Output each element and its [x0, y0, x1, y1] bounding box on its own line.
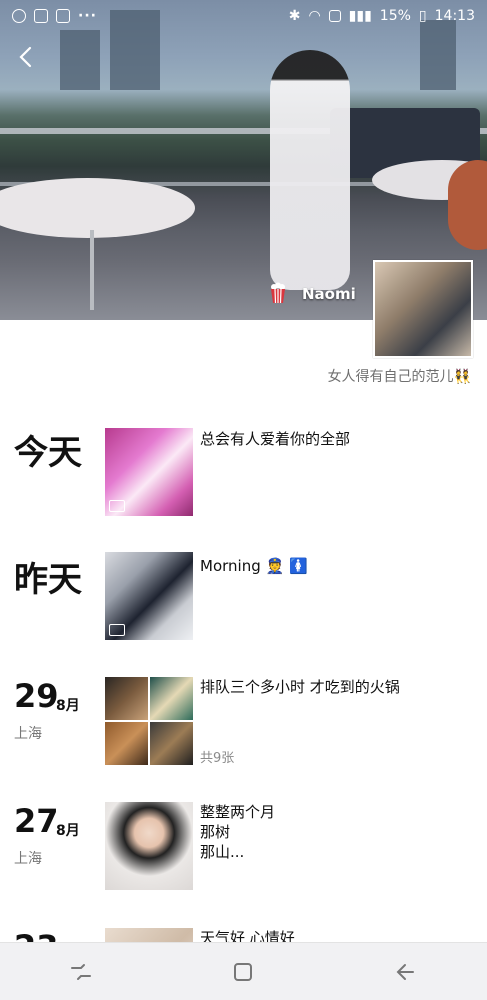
feed-thumbnail[interactable]: [105, 552, 193, 640]
popcorn-icon: [270, 282, 286, 304]
post-text-line: 那树: [200, 823, 231, 841]
grid-photo: [150, 722, 193, 765]
feed-month: 8月: [56, 823, 80, 839]
grid-photo: [150, 677, 193, 720]
post-text: 整整两个月 那树 那山...: [200, 802, 275, 862]
feed-month: 8月: [56, 698, 80, 714]
cover-chair: [448, 160, 487, 250]
post-text-line: 那山...: [200, 843, 245, 861]
bluetooth-icon: ✱: [288, 8, 301, 24]
feed-thumbnail[interactable]: [105, 428, 193, 516]
feed-day: 27: [14, 802, 59, 840]
feed-date: 昨天: [14, 560, 82, 600]
cover-person: [270, 50, 350, 290]
home-icon: [234, 962, 253, 981]
feed-thumbnail[interactable]: [105, 802, 193, 890]
home-button[interactable]: [223, 952, 263, 992]
wifi-icon: ◠: [308, 8, 321, 24]
clock: 14:13: [434, 8, 475, 24]
system-nav-bar: [0, 942, 487, 1000]
wechat-icon: [12, 9, 26, 23]
battery-icon: ▯: [418, 8, 427, 24]
back-arrow-icon: [396, 963, 414, 980]
avatar[interactable]: [373, 260, 473, 358]
video-icon: [109, 500, 125, 512]
grid-photo: [105, 677, 148, 720]
battery-text: 15%: [379, 8, 411, 24]
profile-signature: 女人得有自己的范儿👯: [327, 369, 471, 385]
feed-day: 29: [14, 677, 59, 715]
chevron-left-icon: [19, 46, 32, 68]
back-button[interactable]: [14, 44, 40, 70]
post-text: 总会有人爱着你的全部: [200, 430, 351, 448]
mail-icon: [56, 9, 70, 23]
feed-thumbnail-grid[interactable]: [105, 677, 193, 765]
back-nav-button[interactable]: [386, 952, 426, 992]
feed-location: 上海: [14, 851, 42, 867]
feed-date: 今天: [14, 433, 82, 473]
cover-building: [60, 30, 100, 90]
video-icon: [109, 624, 125, 636]
profile-name: Naomi: [302, 285, 356, 303]
recent-apps-icon: [71, 963, 92, 980]
post-text: Morning 👮 🚺: [200, 557, 308, 575]
more-icon: ···: [78, 8, 97, 24]
notes-icon: [34, 9, 48, 23]
cover-table: [0, 178, 195, 238]
signal-icon: ▮▮▮: [348, 8, 372, 24]
recent-apps-button[interactable]: [61, 952, 101, 992]
cover-table-leg: [90, 230, 94, 310]
post-text: 排队三个多小时 才吃到的火锅: [200, 678, 400, 696]
grid-photo: [105, 722, 148, 765]
status-bar: ··· ✱ ◠ ▮▮▮ 15% ▯ 14:13: [0, 0, 487, 32]
post-text-line: 整整两个月: [200, 803, 276, 821]
data-icon: [328, 10, 341, 22]
feed-location: 上海: [14, 726, 42, 742]
photo-count: 共9张: [200, 751, 235, 766]
